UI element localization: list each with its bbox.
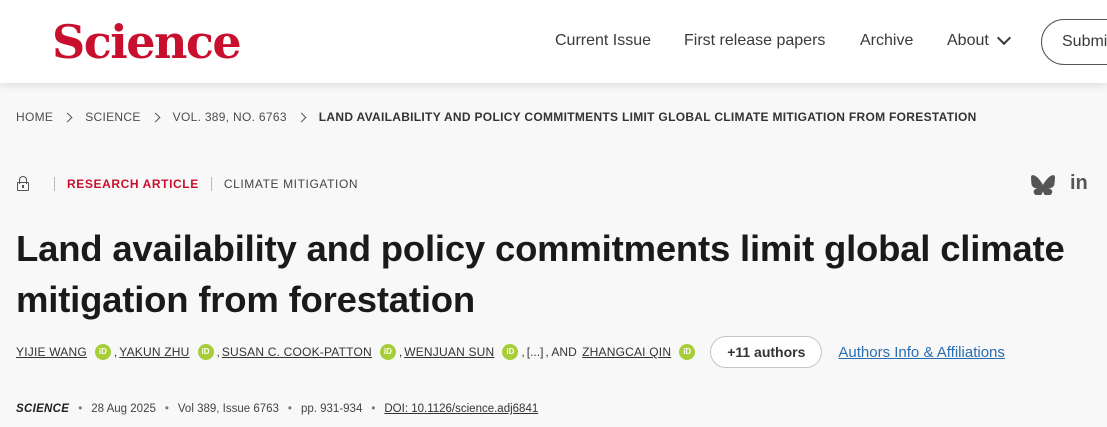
chevron-right-icon <box>150 112 161 122</box>
article-meta-row: RESEARCH ARTICLE CLIMATE MITIGATION <box>16 176 358 192</box>
breadcrumb-issue[interactable]: VOL. 389, NO. 6763 <box>173 110 287 124</box>
orcid-icon[interactable]: iD <box>502 344 519 360</box>
nav-about-label: About <box>947 32 989 49</box>
site-header: Science Current Issue First release pape… <box>0 0 1107 83</box>
author-link[interactable]: ZHANGCAI QIN <box>582 345 671 359</box>
orcid-icon[interactable]: iD <box>379 344 396 360</box>
author-link[interactable]: YAKUN ZHU <box>119 345 189 359</box>
science-logo[interactable]: Science <box>52 14 242 70</box>
author-and-separator: , AND <box>545 345 577 359</box>
page-range: pp. 931-934 <box>300 403 363 415</box>
hidden-authors-ellipsis[interactable]: [...] <box>527 345 544 359</box>
breadcrumb-home[interactable]: HOME <box>16 110 53 124</box>
article-title: Land availability and policy commitments… <box>16 228 1065 320</box>
article-type-label: RESEARCH ARTICLE <box>67 177 199 191</box>
chevron-down-icon <box>996 30 1011 46</box>
divider <box>210 177 212 191</box>
breadcrumb: HOME SCIENCE VOL. 389, NO. 6763 LAND AVA… <box>16 110 977 124</box>
nav-about-menu[interactable]: About <box>947 30 1011 50</box>
authors-info-affiliations-link[interactable]: Authors Info & Affiliations <box>838 344 1005 361</box>
breadcrumb-current-article: LAND AVAILABILITY AND POLICY COMMITMENTS… <box>318 110 977 124</box>
separator-dot: • <box>164 403 169 415</box>
article-header-section: HOME SCIENCE VOL. 389, NO. 6763 LAND AVA… <box>0 83 1107 427</box>
separator-dot: • <box>78 403 83 415</box>
lock-icon <box>16 176 30 192</box>
chevron-right-icon <box>296 112 307 122</box>
author-link[interactable]: WENJUAN SUN <box>404 345 494 359</box>
nav-first-release-papers[interactable]: First release papers <box>684 32 825 50</box>
author-link[interactable]: YIJIE WANG <box>16 345 87 359</box>
divider <box>54 177 55 191</box>
chevron-right-icon <box>62 112 73 122</box>
bluesky-icon[interactable] <box>1031 175 1055 195</box>
publication-date: 28 Aug 2025 <box>91 403 156 415</box>
article-topic-link[interactable]: CLIMATE MITIGATION <box>224 177 358 191</box>
breadcrumb-science[interactable]: SCIENCE <box>85 110 140 124</box>
submit-manuscript-button[interactable]: Submi <box>1041 19 1107 65</box>
publication-info: SCIENCE • 28 Aug 2025 • Vol 389, Issue 6… <box>16 403 538 415</box>
doi-link[interactable]: DOI: 10.1126/science.adj6841 <box>384 403 538 415</box>
volume-issue-link[interactable]: Vol 389, Issue 6763 <box>178 403 279 415</box>
author-link[interactable]: SUSAN C. COOK-PATTON <box>222 345 372 359</box>
author-separator: , <box>113 345 118 359</box>
author-separator: , <box>521 345 525 359</box>
author-list: YIJIE WANG iD , YAKUN ZHU iD , SUSAN C. … <box>16 336 1005 368</box>
nav-current-issue[interactable]: Current Issue <box>555 32 651 50</box>
linkedin-icon[interactable]: in <box>1070 172 1088 195</box>
orcid-icon[interactable]: iD <box>94 344 111 360</box>
separator-dot: • <box>371 403 376 415</box>
orcid-icon[interactable]: iD <box>197 344 214 360</box>
orcid-icon[interactable]: iD <box>679 344 696 360</box>
author-separator: , <box>398 345 403 359</box>
separator-dot: • <box>287 403 292 415</box>
nav-archive[interactable]: Archive <box>860 32 913 50</box>
journal-name: SCIENCE <box>16 403 70 415</box>
author-separator: , <box>216 345 220 359</box>
more-authors-button[interactable]: +11 authors <box>710 336 823 368</box>
